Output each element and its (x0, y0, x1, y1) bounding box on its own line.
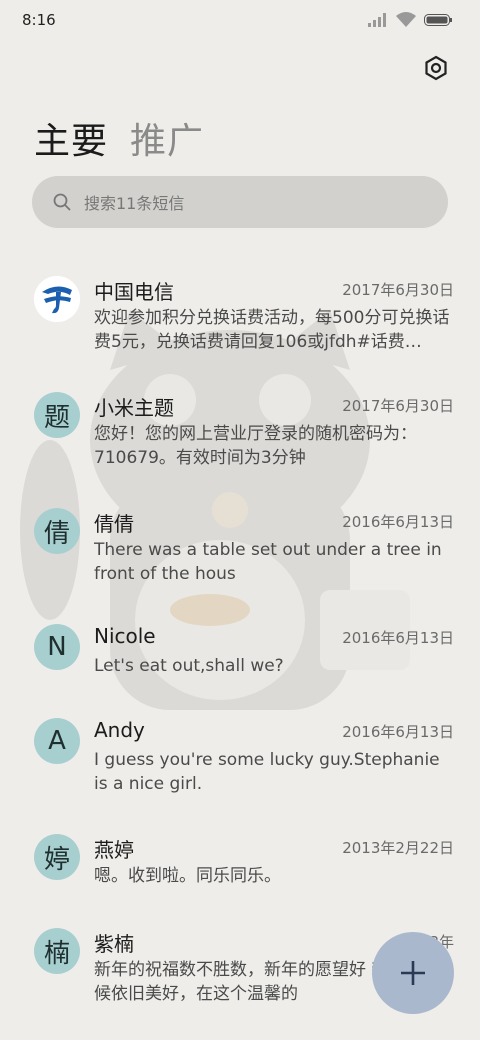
avatar: A (34, 718, 80, 764)
tab-primary[interactable]: 主要 (34, 112, 108, 164)
conversation-item[interactable]: N Nicole 2016年6月13日 Let's eat out,shall … (0, 606, 480, 700)
conversation-name: 紫楠 (94, 932, 134, 956)
search-icon (52, 192, 72, 212)
status-time: 8:16 (22, 11, 56, 29)
tab-promotions[interactable]: 推广 (130, 112, 204, 164)
conversation-name: 小米主题 (94, 396, 174, 420)
conversation-list: 中国电信 2017年6月30日 欢迎参加积分兑换话费活动，每500分可兑换话费5… (0, 258, 480, 1026)
plus-icon (401, 961, 425, 985)
conversation-item[interactable]: 倩 倩倩 2016年6月13日 There was a table set ou… (0, 490, 480, 606)
new-message-button[interactable] (372, 932, 454, 1014)
conversation-name: 中国电信 (94, 280, 174, 304)
signal-icon (368, 12, 386, 27)
conversation-name: Andy (94, 718, 145, 742)
settings-button[interactable] (420, 52, 452, 84)
conversation-name: 倩倩 (94, 512, 134, 536)
conversation-preview: I guess you're some lucky guy.Stephanie … (94, 750, 440, 794)
avatar: 题 (34, 392, 80, 438)
conversation-item[interactable]: 中国电信 2017年6月30日 欢迎参加积分兑换话费活动，每500分可兑换话费5… (0, 258, 480, 374)
conversation-name: 燕婷 (94, 838, 134, 862)
status-bar: 8:16 (0, 0, 480, 40)
avatar: 倩 (34, 508, 80, 554)
battery-icon (424, 13, 452, 26)
conversation-date: 2013年2月22日 (342, 839, 454, 857)
gear-icon (425, 55, 447, 81)
conversation-preview: There was a table set out under a tree i… (94, 540, 442, 584)
conversation-date: 2016年6月13日 (342, 723, 454, 741)
conversation-preview: 您好！您的网上营业厅登录的随机密码为：710679。有效时间为3分钟 (94, 424, 417, 468)
conversation-date: 2016年6月13日 (342, 629, 454, 647)
wifi-icon (396, 12, 416, 27)
conversation-date: 2017年6月30日 (342, 397, 454, 415)
conversation-name: Nicole (94, 624, 156, 648)
conversation-item[interactable]: A Andy 2016年6月13日 I guess you're some lu… (0, 700, 480, 816)
china-telecom-logo-icon (34, 276, 80, 322)
avatar: N (34, 624, 80, 670)
conversation-preview: 嗯。收到啦。同乐同乐。 (94, 866, 281, 886)
avatar: 楠 (34, 928, 80, 974)
conversation-date: 2017年6月30日 (342, 281, 454, 299)
conversation-preview: 欢迎参加积分兑换话费活动，每500分可兑换话费5元，兑换话费请回复106或jfd… (94, 308, 450, 352)
tab-bar: 主要 推广 (34, 112, 204, 164)
conversation-preview: Let's eat out,shall we? (94, 656, 284, 676)
conversation-item[interactable]: 婷 燕婷 2013年2月22日 嗯。收到啦。同乐同乐。 (0, 816, 480, 910)
search-input[interactable]: 搜索11条短信 (32, 176, 448, 228)
search-placeholder: 搜索11条短信 (84, 194, 185, 213)
conversation-date: 2016年6月13日 (342, 513, 454, 531)
avatar: 婷 (34, 834, 80, 880)
conversation-item[interactable]: 题 小米主题 2017年6月30日 您好！您的网上营业厅登录的随机密码为：710… (0, 374, 480, 490)
